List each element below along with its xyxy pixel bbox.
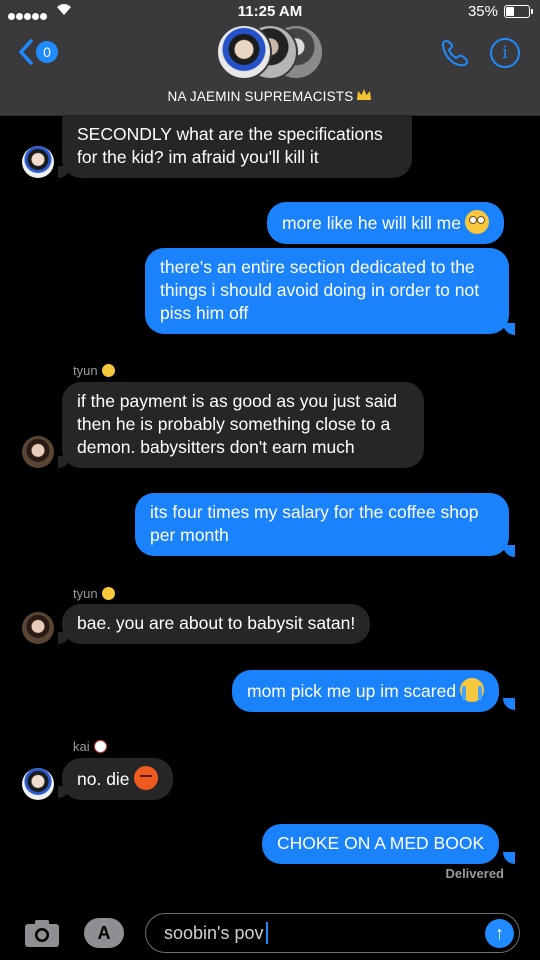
message-input-text: soobin's pov bbox=[164, 923, 264, 943]
incoming-message[interactable]: if the payment is as good as you just sa… bbox=[62, 382, 424, 468]
sender-avatar[interactable] bbox=[22, 612, 54, 644]
message-text: no. die bbox=[77, 769, 130, 789]
group-title[interactable]: NA JAEMIN SUPREMACISTS bbox=[0, 88, 540, 104]
cowboy-emoji-icon bbox=[101, 587, 115, 600]
battery-percentage: 35% bbox=[467, 3, 498, 20]
back-chevron-icon[interactable] bbox=[18, 38, 34, 66]
message-text: there's an entire section dedicated to t… bbox=[145, 248, 509, 334]
clown-emoji-icon bbox=[93, 740, 107, 753]
phone-icon[interactable] bbox=[440, 38, 470, 68]
delivery-status: Delivered bbox=[445, 866, 504, 881]
message-bubble: more like he will kill me bbox=[267, 202, 504, 244]
text-cursor bbox=[265, 922, 268, 944]
sender-name: tyun bbox=[73, 363, 115, 378]
incoming-message[interactable]: bae. you are about to babysit satan! bbox=[62, 604, 371, 644]
sender-name: tyun bbox=[73, 586, 115, 601]
crown-icon bbox=[357, 89, 372, 100]
loudly-crying-face-emoji-icon bbox=[460, 678, 485, 702]
status-bar: 11:25 AM 35% bbox=[0, 0, 540, 22]
group-name-text: NA JAEMIN SUPREMACISTS bbox=[167, 89, 354, 104]
status-time: 11:25 AM bbox=[237, 3, 303, 20]
conversation-header: 11:25 AM 35% 0 NA JAEMIN SUPREMACISTS i bbox=[0, 0, 540, 116]
outgoing-message[interactable]: CHOKE ON A MED BOOK bbox=[262, 824, 500, 864]
member-avatar bbox=[216, 24, 272, 80]
flushed-face-emoji-icon bbox=[464, 210, 489, 234]
sender-avatar[interactable] bbox=[22, 146, 54, 178]
outgoing-message[interactable]: its four times my salary for the coffee … bbox=[135, 493, 509, 556]
message-bubble: mom pick me up im scared bbox=[232, 670, 500, 712]
group-avatars[interactable] bbox=[216, 24, 328, 80]
battery-icon bbox=[504, 5, 533, 18]
send-arrow-icon[interactable]: ↑ bbox=[485, 919, 514, 948]
outgoing-message[interactable]: there's an entire section dedicated to t… bbox=[145, 248, 509, 334]
message-text: CHOKE ON A MED BOOK bbox=[262, 824, 500, 864]
message-text: its four times my salary for the coffee … bbox=[135, 493, 509, 556]
message-input[interactable]: soobin's pov bbox=[145, 913, 520, 953]
message-text: bae. you are about to babysit satan! bbox=[62, 604, 371, 644]
app-store-icon[interactable]: A bbox=[84, 918, 124, 948]
sender-avatar[interactable] bbox=[22, 768, 54, 800]
camera-icon[interactable] bbox=[24, 918, 60, 948]
message-text: if the payment is as good as you just sa… bbox=[62, 382, 424, 468]
incoming-message[interactable]: SECONDLY what are the specifications for… bbox=[62, 115, 412, 178]
cowboy-emoji-icon bbox=[101, 364, 115, 377]
outgoing-message[interactable]: mom pick me up im scared bbox=[232, 670, 500, 712]
sender-avatar[interactable] bbox=[22, 436, 54, 468]
message-text: more like he will kill me bbox=[282, 213, 461, 233]
message-text: SECONDLY what are the specifications for… bbox=[62, 115, 412, 178]
bubble-tail bbox=[503, 698, 515, 710]
message-bubble: no. die bbox=[62, 758, 173, 800]
sender-name: kai bbox=[73, 739, 107, 754]
unread-count-badge[interactable]: 0 bbox=[36, 41, 58, 63]
message-text: mom pick me up im scared bbox=[247, 681, 457, 701]
info-icon[interactable]: i bbox=[490, 38, 520, 68]
incoming-message[interactable]: no. die bbox=[62, 758, 173, 800]
bubble-tail bbox=[503, 852, 515, 864]
outgoing-message[interactable]: more like he will kill me bbox=[267, 202, 504, 244]
angry-face-emoji-icon bbox=[133, 766, 158, 790]
